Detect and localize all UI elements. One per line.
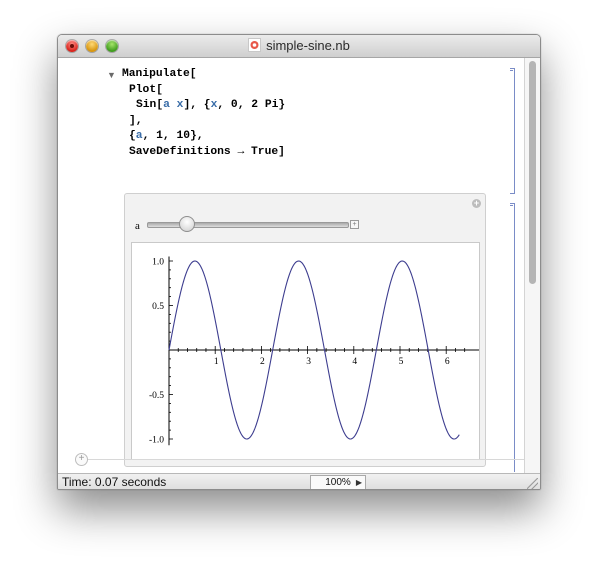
zoom-menu[interactable]: 100% ▶ bbox=[310, 475, 366, 489]
slider-expand-icon[interactable]: + bbox=[350, 220, 359, 229]
y-tick-label: 0.5 bbox=[152, 302, 164, 312]
status-text: Time: 0.07 seconds bbox=[62, 475, 167, 489]
vertical-scrollbar[interactable] bbox=[524, 58, 540, 474]
input-cell-bracket[interactable] bbox=[510, 68, 515, 194]
resize-grip-icon[interactable] bbox=[527, 478, 538, 489]
slider-thumb[interactable] bbox=[179, 216, 195, 232]
notebook-window: simple-sine.nb ▼ Manipulate[ Plot[ Sin[a… bbox=[57, 34, 541, 490]
x-tick-label: 2 bbox=[260, 357, 265, 367]
options-plus-icon[interactable]: + bbox=[472, 199, 481, 208]
title-bar[interactable]: simple-sine.nb bbox=[58, 35, 540, 58]
cell-insertion-line[interactable] bbox=[88, 459, 524, 460]
x-tick-label: 3 bbox=[306, 357, 311, 367]
sine-plot: 1 2 3 4 5 6 1.0 0.5 -0.5 -1.0 bbox=[149, 256, 479, 446]
scrollbar-thumb[interactable] bbox=[529, 61, 536, 284]
mathematica-notebook-icon bbox=[248, 38, 262, 52]
output-cell-bracket[interactable] bbox=[510, 203, 515, 472]
y-tick-label: -1.0 bbox=[149, 436, 164, 446]
code-line-1: Manipulate[ bbox=[122, 68, 197, 80]
x-tick-label: 4 bbox=[352, 357, 357, 367]
window-title-area: simple-sine.nb bbox=[58, 38, 540, 53]
input-cell[interactable]: Manipulate[ Plot[ Sin[a x], {x, 0, 2 Pi}… bbox=[122, 67, 285, 161]
x-tick-label: 1 bbox=[214, 357, 219, 367]
y-tick-label: 1.0 bbox=[152, 258, 164, 268]
x-tick-label: 5 bbox=[399, 357, 404, 367]
code-line-3: Sin[a x], {x, 0, 2 Pi} bbox=[136, 99, 286, 112]
window-title: simple-sine.nb bbox=[266, 38, 350, 53]
collapse-triangle-icon[interactable]: ▼ bbox=[107, 70, 116, 80]
plot-graphic: 1 2 3 4 5 6 1.0 0.5 -0.5 -1.0 bbox=[131, 242, 480, 460]
add-cell-icon[interactable]: + bbox=[75, 453, 88, 466]
slider-track[interactable] bbox=[147, 222, 349, 228]
zoom-arrow-icon: ▶ bbox=[355, 478, 362, 487]
code-line-6: SaveDefinitions → True] bbox=[129, 145, 285, 158]
code-line-2: Plot[ bbox=[129, 83, 163, 96]
y-tick-label: -0.5 bbox=[149, 391, 164, 401]
manipulate-panel: + a + 1 2 3 4 5 6 1.0 0.5 -0.5 -1.0 bbox=[124, 193, 486, 467]
slider-variable-label: a bbox=[135, 220, 140, 232]
notebook-content[interactable]: ▼ Manipulate[ Plot[ Sin[a x], {x, 0, 2 P… bbox=[58, 58, 524, 472]
status-bar: Time: 0.07 seconds 100% ▶ bbox=[58, 473, 540, 489]
code-line-5: {a, 1, 10}, bbox=[129, 130, 204, 143]
code-line-4: ], bbox=[129, 114, 143, 127]
x-tick-label: 6 bbox=[445, 357, 450, 367]
